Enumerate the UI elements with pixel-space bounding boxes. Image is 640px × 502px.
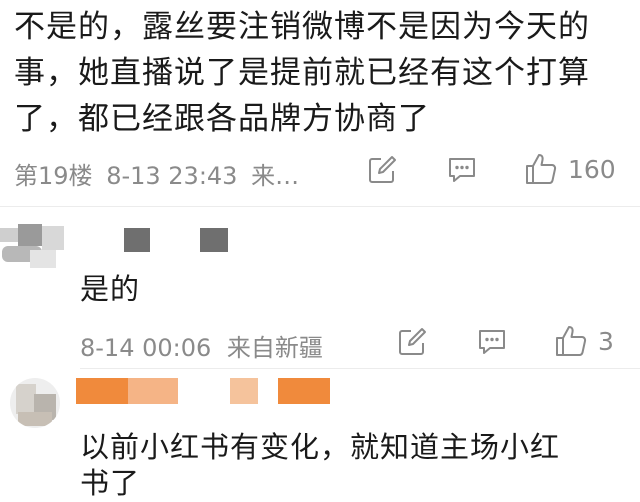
comment-text: 不是的，露丝要注销微博不是因为今天的 事，她直播说了是提前就已经有这个打算 了，… [14,4,614,142]
thumbs-up-icon [556,326,587,356]
share-icon [369,156,396,183]
divider [80,368,640,369]
reply-source: 来自新疆 [226,334,323,362]
share-button[interactable] [366,154,398,186]
like-button[interactable]: 160 [524,152,616,186]
reply-text: 以前小红书有变化，就知道主场小红 [80,430,561,464]
comment-line: 了，都已经跟各品牌方协商了 [14,101,430,137]
like-button[interactable]: 3 [554,324,614,358]
comment-meta: 第19楼 8-13 23:43 来… [14,156,299,191]
divider [0,206,640,207]
avatar[interactable] [0,224,78,274]
comment-icon [449,158,475,182]
username-redacted[interactable] [230,378,258,404]
username-redacted[interactable] [76,378,128,404]
like-count: 160 [568,154,616,184]
reply-meta: 8-14 00:06 来自新疆 [80,328,323,363]
share-button[interactable] [396,326,428,358]
comment-icon [479,330,505,354]
username-redacted[interactable] [200,228,228,252]
reply-text: 是的 [80,272,141,306]
comment-line: 事，她直播说了是提前就已经有这个打算 [14,55,590,91]
reply-text: 书了 [80,466,141,500]
share-icon [399,328,426,355]
comment-source: 来… [251,162,300,190]
thumbs-up-icon [526,154,557,184]
username-redacted[interactable] [128,378,178,404]
comment-button[interactable] [476,326,508,358]
avatar[interactable] [10,378,60,428]
comment-time: 8-13 23:43 [106,162,238,190]
reply-time: 8-14 00:06 [80,334,212,362]
like-count: 3 [598,326,614,356]
username-redacted[interactable] [124,228,150,252]
username-redacted[interactable] [278,378,330,404]
floor-number: 第19楼 [14,162,93,190]
comment-line: 不是的，露丝要注销微博不是因为今天的 [14,9,590,45]
comment-button[interactable] [446,154,478,186]
